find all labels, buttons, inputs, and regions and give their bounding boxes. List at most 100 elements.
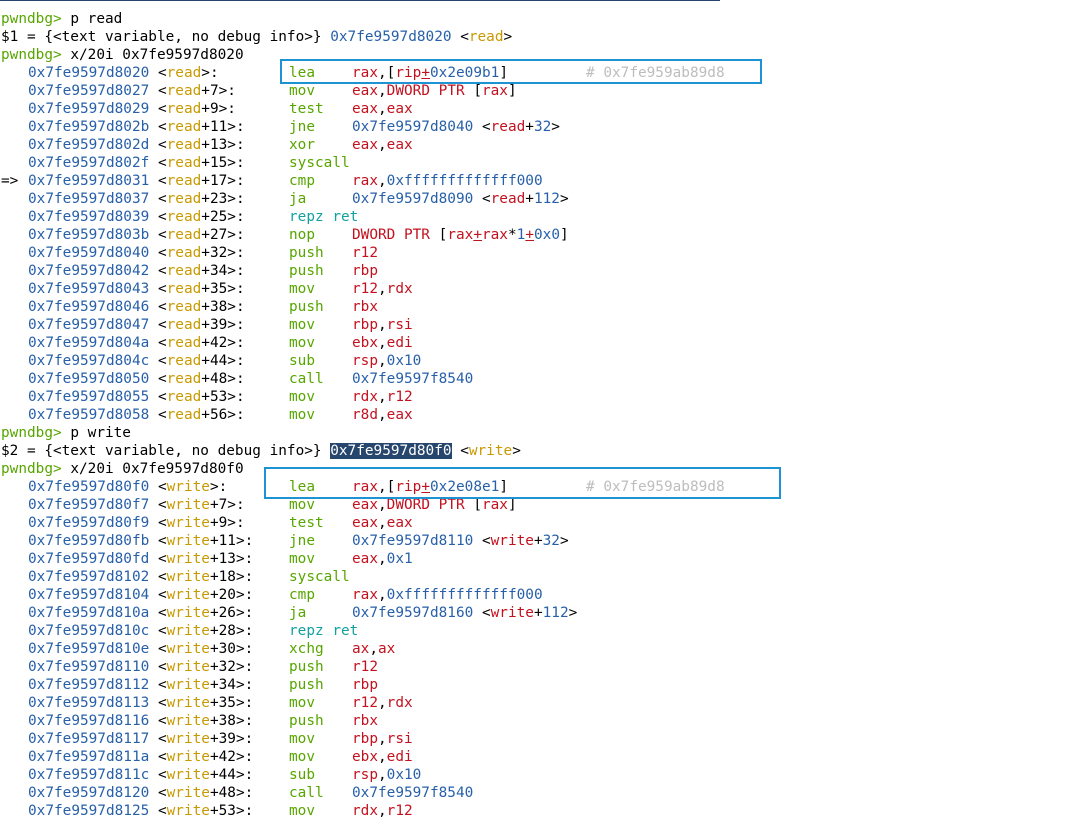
address-symbol-group: 0x7fe9597d80fb <write+11>: [28,532,253,550]
disasm-line: 0x7fe9597d811c <write+44>: sub rsp,0x10 [1,766,1071,784]
mnemonic: sub [289,767,315,783]
operand-token: 32 [542,533,560,549]
mnemonic: xor [289,137,315,153]
address-symbol-group: 0x7fe9597d810a <write+26>: [28,604,253,622]
operand-token: 0x7fe9597d8110 [352,533,474,549]
address-symbol-group: 0x7fe9597d8046 <read+38>: [28,298,245,316]
gt: >: [227,191,245,207]
symbol-name: write [166,695,210,711]
operands: 0x7fe9597f8540 [352,370,473,388]
operand-token: ebx [352,335,378,351]
gt: >: [227,119,245,135]
lt: < [149,353,167,369]
operand-token: + [525,191,534,207]
operand-token: eax [386,137,413,153]
symbol-name: read [166,155,202,171]
operand-token: rbp [352,731,378,747]
lt: < [149,407,167,423]
mnemonic: mov [289,83,315,99]
symbol-name: read [166,65,202,81]
lt: < [149,263,167,279]
disasm-line: 0x7fe9597d8043 <read+35>: mov r12,rdx [1,280,1071,298]
prompt-label: pwndbg> [1,47,62,63]
disasm-line: 0x7fe9597d8050 <read+48>: call 0x7fe9597f8… [1,370,1071,388]
instruction-address: 0x7fe9597d8120 [28,785,150,801]
disasm-line: 0x7fe9597d80f9 <write+9>: test eax,eax [1,514,1071,532]
disasm-line: 0x7fe9597d810e <write+30>: xchg ax,ax [1,640,1071,658]
symbol-offset: +42 [209,749,236,765]
mnemonic: push [289,659,324,675]
operand-token: < [473,605,491,621]
terminal-output[interactable]: pwndbg> p read $1 = {<text variable, no d… [1,10,1071,820]
command-line: pwndbg> p read [1,10,1071,28]
operand-token: > [559,191,569,207]
disasm-line: 0x7fe9597d810c <write+28>: repz ret [1,622,1071,640]
gt: >: [235,785,254,801]
lt: < [149,101,167,117]
symbol-name: write [166,749,210,765]
symbol-offset: +34 [209,677,236,693]
symbol-offset: +7 [209,497,228,513]
mnemonic: call [289,371,324,387]
operand-token: rsp [352,353,378,369]
gt: >: [201,65,219,81]
symbol-name: read [166,173,202,189]
instruction-address: 0x7fe9597d802b [28,119,150,135]
operand-token: DWORD PTR [386,497,474,513]
lt: < [451,443,469,459]
symbol-offset: +13 [201,137,228,153]
operand-token: , [369,641,378,657]
gt: >: [235,695,254,711]
symbol-offset: +30 [209,641,236,657]
operand-token: [ [473,497,482,513]
operand-token: > [568,605,578,621]
address-symbol-group: 0x7fe9597d8029 <read+9>: [28,100,236,118]
lt: < [149,335,167,351]
symbol-name: write [166,605,210,621]
disasm-line: 0x7fe9597d8042 <read+34>: push rbp [1,262,1071,280]
gt: >: [227,407,245,423]
operand-token: 0x10 [386,767,422,783]
symbol-name: write [166,767,210,783]
mnemonic: test [289,101,324,117]
disasm-line: 0x7fe9597d8027 <read+7>: mov eax,DWORD PTR… [1,82,1071,100]
disasm-line: 0x7fe9597d802b <read+11>: jne 0x7fe9597d80… [1,118,1071,136]
gt: >: [235,587,254,603]
mnemonic: push [289,299,324,315]
symbol-name: read [166,263,202,279]
disasm-line: 0x7fe9597d8037 <read+23>: ja 0x7fe9597d809… [1,190,1071,208]
disasm-line: 0x7fe9597d8116 <write+38>: push rbx [1,712,1071,730]
operand-token: , [378,281,387,297]
prompt-label: pwndbg> [1,461,62,477]
symbol-name: write [166,641,210,657]
operand-token: + [533,533,543,549]
disasm-line: 0x7fe9597d8055 <read+53>: mov rdx,r12 [1,388,1071,406]
mnemonic: test [289,515,324,531]
symbol-name: read [166,119,202,135]
mnemonic: push [289,713,324,729]
operand-token: ] [560,227,569,243]
disasm-line: 0x7fe9597d8029 <read+9>: test eax,eax [1,100,1071,118]
operand-token: rbp [352,263,378,279]
gt: >: [227,371,245,387]
address-symbol-group: 0x7fe9597d802d <read+13>: [28,136,245,154]
operand-token: + [533,605,543,621]
operands: rbp [352,262,378,280]
address-symbol-group: 0x7fe9597d8117 <write+39>: [28,730,253,748]
disasm-line: => 0x7fe9597d8031 <read+17>: cmp rax,0xffff… [1,172,1071,190]
instruction-address: 0x7fe9597d80f9 [28,515,150,531]
operands: rbx [352,298,378,316]
symbol-name: read [166,191,202,207]
address-symbol-group: 0x7fe9597d8050 <read+48>: [28,370,245,388]
mnemonic: syscall [289,569,350,585]
operand-token: r12 [352,695,378,711]
instruction-address: 0x7fe9597d80fb [28,533,150,549]
instruction-address: 0x7fe9597d8031 [28,173,150,189]
lt: < [149,605,167,621]
disasm-line: 0x7fe9597d8104 <write+20>: cmp rax,0xfffff… [1,586,1071,604]
operand-token: 0x7fe9597d8160 [352,605,474,621]
operand-token: rdx [386,281,413,297]
operand-token: 0x0 [534,227,560,243]
command-text: p write [70,425,131,441]
operand-token: rax [481,227,508,243]
